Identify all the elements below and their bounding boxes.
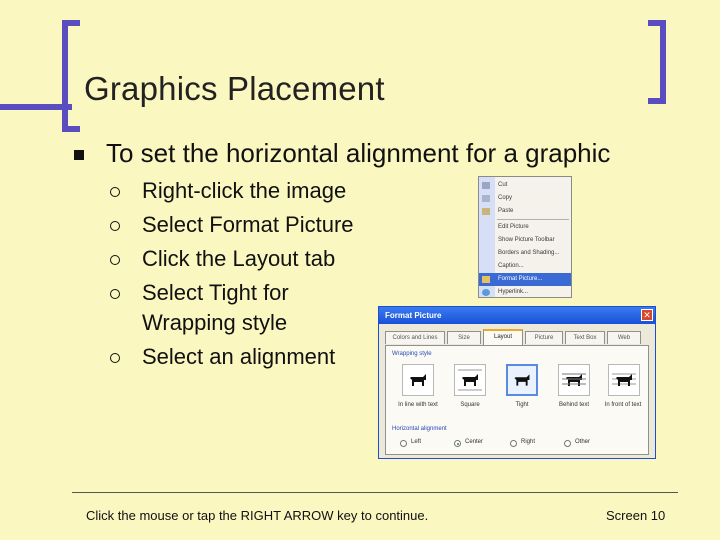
menu-item-borders-shading[interactable]: Borders and Shading... [479, 247, 571, 260]
title-bracket-left [62, 20, 80, 132]
footer-instruction: Click the mouse or tap the RIGHT ARROW k… [86, 508, 429, 523]
tab-colors-lines[interactable]: Colors and Lines [385, 331, 445, 344]
globe-icon [482, 289, 490, 296]
step-text: Select Format Picture [142, 212, 354, 237]
tab-layout[interactable]: Layout [483, 329, 523, 345]
menu-separator [497, 219, 569, 220]
context-menu-screenshot: Cut Copy Paste Edit Picture Show Picture… [478, 176, 572, 298]
menu-item-edit-picture[interactable]: Edit Picture [479, 221, 571, 234]
circle-bullet-icon [110, 255, 120, 265]
step-item: Click the Layout tab [110, 244, 354, 274]
main-bullet-text: To set the horizontal alignment for a gr… [106, 138, 611, 168]
dog-icon [410, 374, 426, 386]
wrap-behind-option[interactable] [558, 364, 590, 396]
wrap-inline-option[interactable] [402, 364, 434, 396]
dialog-title: Format Picture [385, 311, 442, 320]
step-text: Click the Layout tab [142, 246, 336, 271]
screen-number: Screen 10 [606, 508, 666, 523]
slide-title: Graphics Placement [84, 70, 385, 107]
menu-item-show-picture-toolbar[interactable]: Show Picture Toolbar [479, 234, 571, 247]
wrap-square-option[interactable] [454, 364, 486, 396]
menu-item-paste[interactable]: Paste [479, 205, 571, 218]
tab-web[interactable]: Web [607, 331, 641, 344]
dog-front-icon [612, 373, 636, 386]
radio-right[interactable] [510, 440, 517, 447]
dog-behind-icon [562, 373, 586, 386]
menu-item-copy[interactable]: Copy [479, 192, 571, 205]
menu-item-format-picture[interactable]: Format Picture... [479, 273, 571, 286]
wrapping-style-label: Wrapping style [392, 351, 432, 357]
step-text: Right-click the image [142, 178, 347, 203]
menu-item-hyperlink[interactable]: Hyperlink... [479, 286, 571, 297]
square-bullet-icon [74, 150, 84, 160]
title-bracket-right [648, 20, 666, 104]
step-text: Select an alignment [142, 344, 336, 369]
dog-tight-icon [514, 374, 530, 386]
format-picture-dialog: Format Picture ✕ Colors and Lines Size L… [378, 306, 656, 459]
radio-left[interactable] [400, 440, 407, 447]
menu-item-caption[interactable]: Caption... [479, 260, 571, 273]
close-icon[interactable]: ✕ [641, 309, 653, 321]
wrap-inline-label: In line with text [398, 402, 438, 408]
circle-bullet-icon [110, 221, 120, 231]
horizontal-alignment-label: Horizontal alignment [392, 426, 447, 432]
circle-bullet-icon [110, 353, 120, 363]
wrap-front-option[interactable] [608, 364, 640, 396]
format-picture-icon [482, 276, 490, 283]
tab-text-box[interactable]: Text Box [565, 331, 605, 344]
layout-panel: Wrapping style In line with text Square … [385, 345, 649, 455]
circle-bullet-icon [110, 289, 120, 299]
dialog-title-bar: Format Picture ✕ [379, 307, 655, 324]
footer-divider [72, 492, 678, 493]
radio-other[interactable] [564, 440, 571, 447]
wrap-front-label: In front of text [604, 402, 642, 408]
title-underline [0, 104, 72, 110]
step-text: Select Tight for Wrapping style [142, 280, 289, 335]
copy-icon [482, 195, 490, 202]
tab-size[interactable]: Size [447, 331, 481, 344]
wrap-square-label: Square [460, 402, 480, 408]
tab-picture[interactable]: Picture [525, 331, 563, 344]
wrap-tight-option[interactable] [506, 364, 538, 396]
step-item: Select Format Picture [110, 210, 354, 240]
radio-center[interactable] [454, 440, 461, 447]
paste-icon [482, 208, 490, 215]
scissors-icon [482, 182, 490, 189]
menu-item-cut[interactable]: Cut [479, 179, 571, 192]
steps-list: Right-click the image Select Format Pict… [110, 176, 354, 376]
step-item: Select an alignment [110, 342, 354, 372]
step-item: Select Tight for Wrapping style [110, 278, 342, 338]
step-item: Right-click the image [110, 176, 354, 206]
wrap-behind-label: Behind text [558, 402, 590, 408]
circle-bullet-icon [110, 187, 120, 197]
dog-square-icon [458, 369, 482, 391]
wrap-tight-label: Tight [515, 402, 529, 408]
